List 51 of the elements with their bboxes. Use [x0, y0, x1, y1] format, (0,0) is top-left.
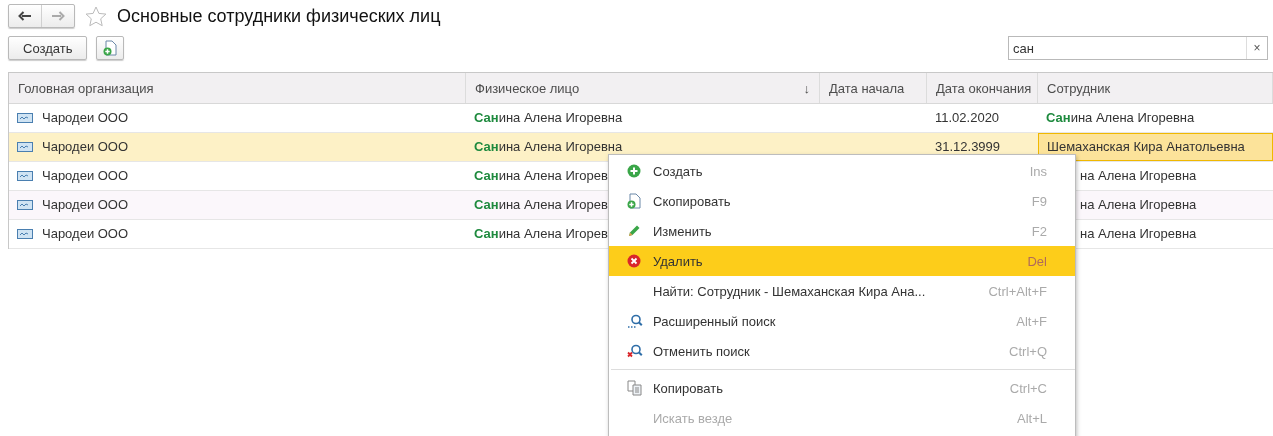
forward-arrow-icon	[51, 11, 65, 21]
table-cell: Санина Алена Игоревна	[1046, 111, 1195, 125]
menu-item[interactable]: Отменить поиск Ctrl+Q	[609, 336, 1075, 366]
table-cell: на Алена Игоревна	[1080, 169, 1197, 183]
table-cell: Санина Алена Игоревна	[474, 140, 623, 154]
column-header[interactable]: Сотрудник	[1047, 80, 1263, 96]
document-plus-icon	[103, 40, 118, 56]
menu-item[interactable]: Удалить Del	[609, 246, 1075, 276]
table-cell: Санина Алена Игоревна	[474, 111, 623, 125]
table-cell: 11.02.2020	[935, 111, 1000, 125]
cancel-search-icon	[627, 344, 643, 358]
delete-icon	[627, 254, 641, 268]
search-field[interactable]: сан ×	[1008, 36, 1268, 60]
selected-cell[interactable]: Шемаханская Кира Анатольевна	[1038, 133, 1273, 161]
menu-item[interactable]: Изменить F2	[609, 216, 1075, 246]
pencil-icon	[627, 224, 641, 238]
back-arrow-icon	[18, 11, 32, 21]
table-cell: Чародеи ООО	[42, 111, 129, 125]
menu-item[interactable]: Скопировать F9	[609, 186, 1075, 216]
organization-icon	[17, 229, 33, 239]
copy-icon	[627, 380, 643, 396]
column-header[interactable]: Головная организация	[18, 80, 456, 96]
menu-item[interactable]: Найти: Сотрудник - Шемаханская Кира Ана... Ctrl+Alt+F	[609, 276, 1075, 306]
table-cell: Чародеи ООО	[42, 198, 129, 212]
create-button[interactable]: Создать	[8, 36, 88, 60]
column-header[interactable]: Физическое лицо	[475, 80, 804, 96]
organization-icon	[17, 113, 33, 123]
table-cell: Чародеи ООО	[42, 227, 129, 241]
search-icon	[627, 314, 643, 328]
organization-icon	[17, 142, 33, 152]
clear-button[interactable]: ×	[1246, 37, 1267, 59]
menu-item[interactable]: Копировать Ctrl+C	[609, 373, 1075, 403]
table-cell: Санина Алена Игорев	[474, 169, 608, 183]
table-cell: на Алена Игоревна	[1080, 198, 1197, 212]
menu-item[interactable]: Расширенный поиск Alt+F	[609, 306, 1075, 336]
table-cell: Чародеи ООО	[42, 169, 129, 183]
document-plus-icon	[627, 193, 641, 209]
table-cell: Чародеи ООО	[42, 140, 129, 154]
sort-arrow[interactable]: ↓	[803, 80, 810, 96]
organization-icon	[17, 200, 33, 210]
table-cell: Санина Алена Игорев	[474, 227, 608, 241]
window-title: Основные сотрудники физических лиц	[117, 5, 441, 27]
column-header[interactable]: Дата окончания	[936, 80, 1032, 96]
plus-circle-icon	[627, 164, 641, 178]
star-icon[interactable]	[85, 5, 107, 27]
organization-icon	[17, 171, 33, 181]
table-cell: Санина Алена Игорев	[474, 198, 608, 212]
table-cell: 31.12.3999	[935, 140, 1001, 154]
table-cell: на Алена Игоревна	[1080, 227, 1197, 241]
column-header[interactable]: Дата начала	[829, 80, 917, 96]
add-document-button[interactable]	[96, 36, 125, 60]
